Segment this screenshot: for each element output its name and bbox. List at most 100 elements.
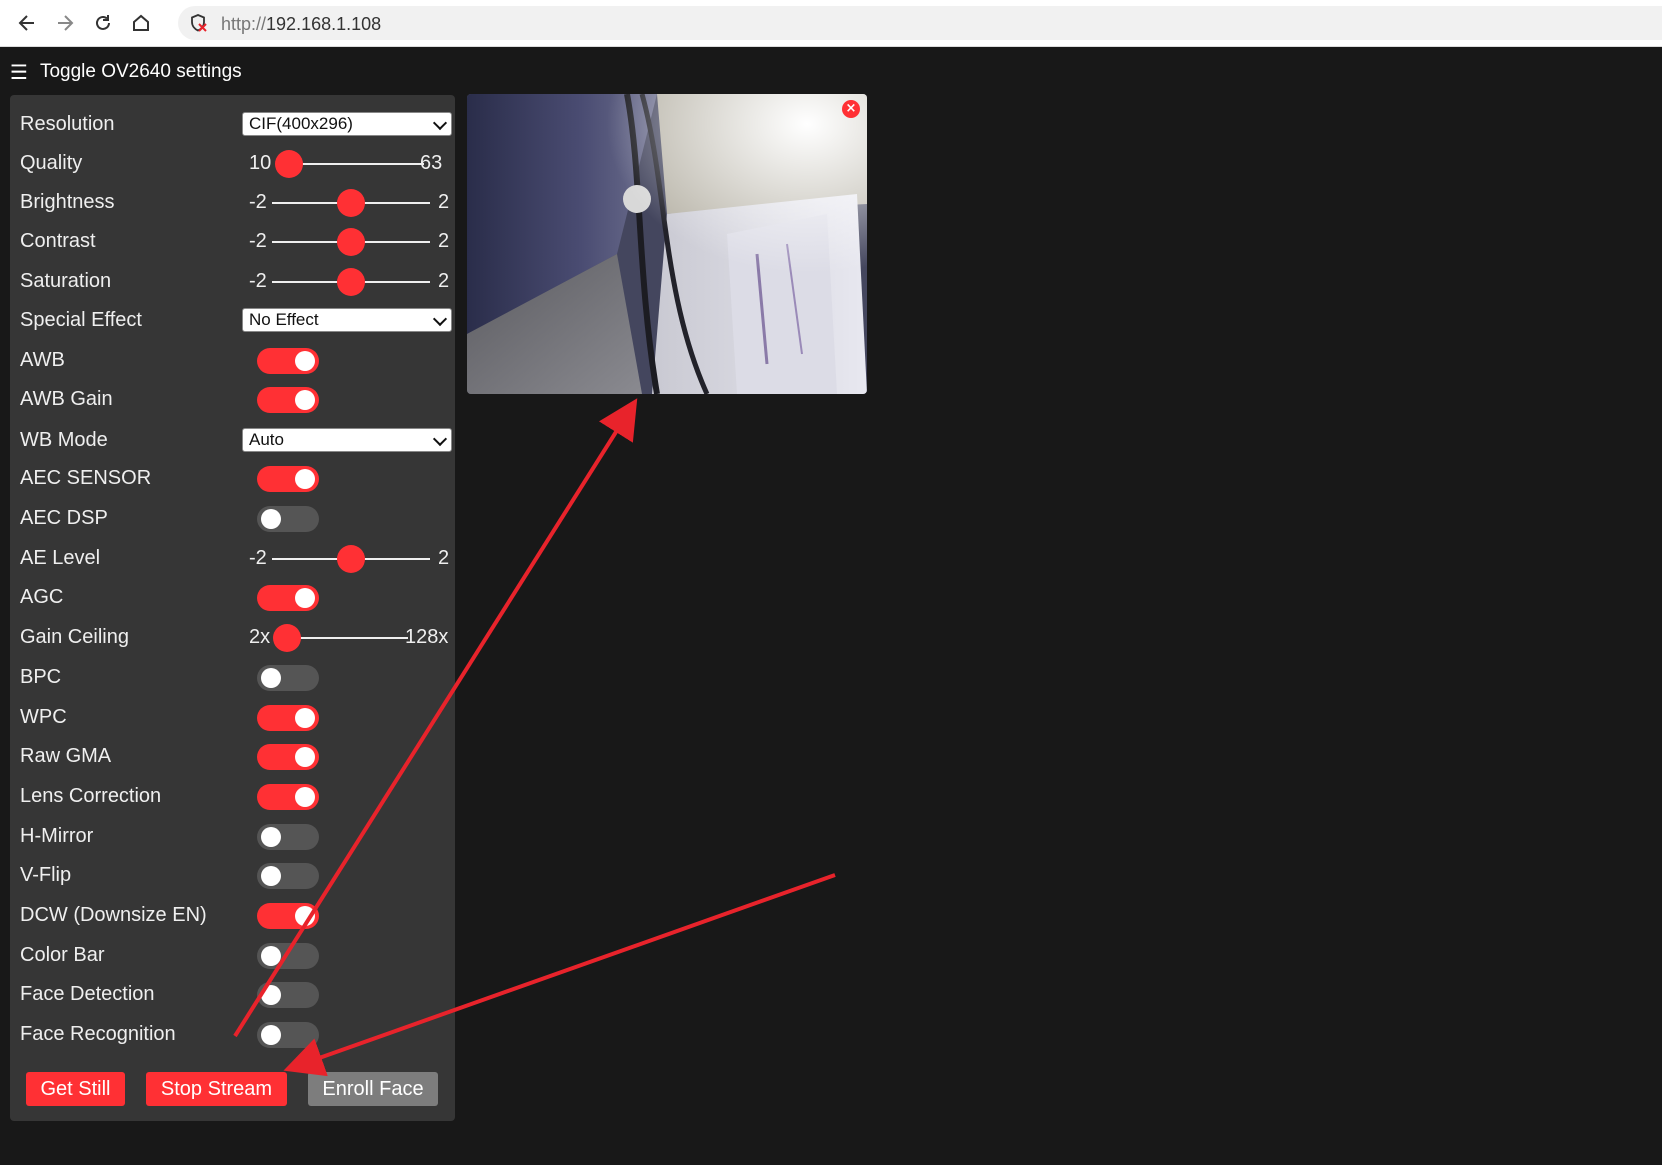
contrast-slider-thumb[interactable]	[337, 228, 365, 256]
brightness-min: -2	[249, 191, 267, 213]
hamburger-icon: ☰	[10, 60, 28, 84]
brightness-max: 2	[438, 191, 450, 213]
wb-mode-value: Auto	[249, 430, 284, 449]
address-bar[interactable]: http://192.168.1.108	[178, 6, 1662, 40]
saturation-max: 2	[438, 270, 450, 292]
v-flip-toggle[interactable]	[257, 863, 319, 889]
settings-toggle[interactable]: ☰ Toggle OV2640 settings	[10, 58, 242, 86]
ae-level-slider-thumb[interactable]	[337, 545, 365, 573]
bpc-toggle[interactable]	[257, 665, 319, 691]
chevron-down-icon	[432, 431, 448, 447]
bpc-label: BPC	[20, 666, 62, 688]
brightness-slider-thumb[interactable]	[337, 189, 365, 217]
v-flip-row: V-Flip	[20, 855, 450, 895]
settings-toggle-label: Toggle OV2640 settings	[39, 61, 242, 82]
bpc-row: BPC	[20, 657, 450, 697]
quality-label: Quality	[20, 152, 83, 174]
aec-dsp-label: AEC DSP	[20, 507, 108, 529]
raw-gma-label: Raw GMA	[20, 745, 112, 767]
wb-mode-select[interactable]: Auto	[242, 428, 452, 452]
quality-slider[interactable]	[288, 163, 424, 165]
special-effect-label: Special Effect	[20, 309, 142, 331]
gain-ceiling-max: 128x	[405, 626, 449, 648]
h-mirror-toggle[interactable]	[257, 824, 319, 850]
color-bar-toggle[interactable]	[257, 943, 319, 969]
ae-level-max: 2	[438, 547, 450, 569]
stop-stream-button[interactable]: Stop Stream	[146, 1072, 287, 1106]
brightness-row: Brightness -2 2	[20, 182, 450, 222]
ae-level-min: -2	[249, 547, 267, 569]
enroll-face-button[interactable]: Enroll Face	[308, 1072, 438, 1106]
aec-sensor-toggle[interactable]	[257, 466, 319, 492]
get-still-button[interactable]: Get Still	[26, 1072, 125, 1106]
quality-slider-thumb[interactable]	[275, 150, 303, 178]
url-text: http://192.168.1.108	[221, 14, 381, 35]
face-detection-label: Face Detection	[20, 983, 155, 1005]
toggle-knob	[261, 946, 281, 966]
camera-stream-image	[467, 94, 867, 394]
agc-toggle[interactable]	[257, 585, 319, 611]
chevron-down-icon	[432, 311, 448, 327]
insecure-connection-icon[interactable]	[188, 13, 208, 33]
url-host: 192.168.1.108	[266, 14, 382, 34]
ae-level-row: AE Level -2 2	[20, 538, 450, 578]
face-recognition-label: Face Recognition	[20, 1023, 176, 1045]
v-flip-label: V-Flip	[20, 864, 72, 886]
browser-toolbar: http://192.168.1.108	[0, 0, 1662, 47]
toggle-knob	[295, 747, 315, 767]
toggle-knob	[295, 787, 315, 807]
face-recognition-toggle[interactable]	[257, 1022, 319, 1048]
saturation-row: Saturation -2 2	[20, 261, 450, 301]
agc-label: AGC	[20, 586, 64, 608]
quality-min: 10	[249, 152, 272, 174]
quality-row: Quality 10 63	[20, 143, 450, 183]
url-scheme: http://	[221, 14, 267, 34]
resolution-select[interactable]: CIF(400x296)	[242, 112, 452, 136]
resolution-label: Resolution	[20, 113, 115, 135]
settings-panel: Resolution CIF(400x296) Quality 10 63 Br…	[10, 95, 455, 1121]
brightness-label: Brightness	[20, 191, 115, 213]
h-mirror-row: H-Mirror	[20, 816, 450, 856]
dcw-label: DCW (Downsize EN)	[20, 904, 207, 926]
toggle-knob	[261, 866, 281, 886]
contrast-max: 2	[438, 230, 450, 252]
gain-ceiling-slider[interactable]	[286, 637, 408, 639]
wb-mode-row: WB Mode Auto	[20, 420, 452, 460]
toggle-knob	[295, 469, 315, 489]
home-icon[interactable]	[126, 8, 156, 38]
close-stream-icon[interactable]: ×	[842, 100, 860, 118]
awb-label: AWB	[20, 349, 65, 371]
color-bar-row: Color Bar	[20, 935, 450, 975]
toggle-knob	[261, 985, 281, 1005]
toggle-knob	[295, 588, 315, 608]
color-bar-label: Color Bar	[20, 944, 105, 966]
raw-gma-toggle[interactable]	[257, 744, 319, 770]
back-icon[interactable]	[12, 8, 42, 38]
reload-icon[interactable]	[88, 8, 118, 38]
aec-dsp-toggle[interactable]	[257, 506, 319, 532]
gain-ceiling-min: 2x	[249, 626, 271, 648]
toggle-knob	[261, 827, 281, 847]
quality-max: 63	[420, 152, 443, 174]
wb-mode-label: WB Mode	[20, 429, 108, 451]
awb-gain-toggle[interactable]	[257, 387, 319, 413]
awb-gain-label: AWB Gain	[20, 388, 113, 410]
agc-row: AGC	[20, 577, 450, 617]
dcw-toggle[interactable]	[257, 903, 319, 929]
awb-toggle[interactable]	[257, 348, 319, 374]
aec-sensor-label: AEC SENSOR	[20, 467, 152, 489]
face-detection-toggle[interactable]	[257, 982, 319, 1008]
toggle-knob	[295, 708, 315, 728]
forward-icon[interactable]	[50, 8, 80, 38]
saturation-slider-thumb[interactable]	[337, 268, 365, 296]
saturation-min: -2	[249, 270, 267, 292]
lens-correction-toggle[interactable]	[257, 784, 319, 810]
aec-sensor-row: AEC SENSOR	[20, 458, 450, 498]
toggle-knob	[261, 509, 281, 529]
wpc-toggle[interactable]	[257, 705, 319, 731]
toggle-knob	[295, 906, 315, 926]
face-recognition-row: Face Recognition	[20, 1014, 450, 1054]
wpc-row: WPC	[20, 697, 450, 737]
gain-ceiling-slider-thumb[interactable]	[273, 624, 301, 652]
special-effect-select[interactable]: No Effect	[242, 308, 452, 332]
